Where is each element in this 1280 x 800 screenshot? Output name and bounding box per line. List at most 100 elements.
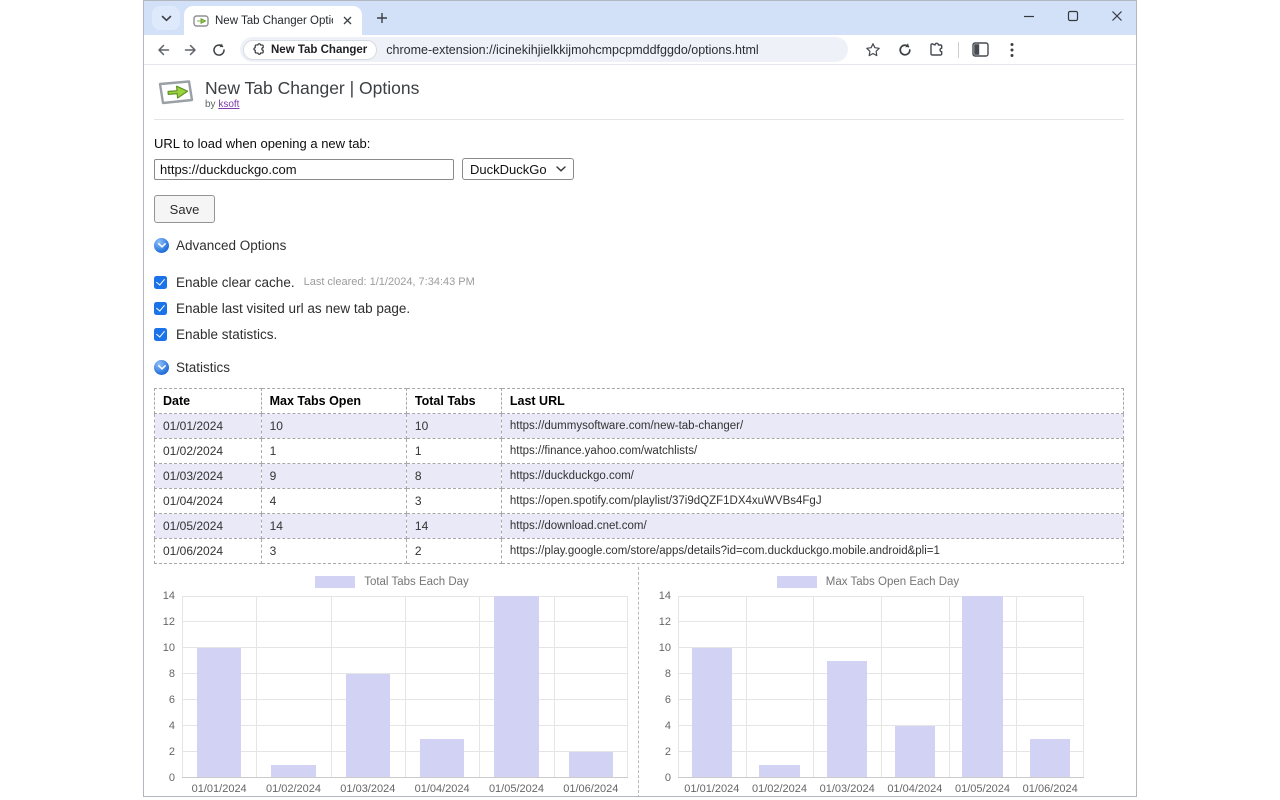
page-title: New Tab Changer | Options <box>205 78 420 98</box>
table-cell: 01/01/2024 <box>154 413 262 439</box>
address-bar[interactable]: New Tab Changer chrome-extension://icine… <box>240 37 848 62</box>
x-axis-labels: 01/01/2024 01/02/2024 01/03/2024 01/04/2024… <box>678 783 1084 796</box>
bar <box>419 739 465 777</box>
gridline <box>1016 596 1018 778</box>
tab-close-icon[interactable] <box>339 13 355 29</box>
last-url-cell: https://download.cnet.com/ <box>500 513 1125 539</box>
legend-swatch <box>315 576 356 588</box>
statistics-toggle[interactable]: Statistics <box>154 360 1124 375</box>
back-icon[interactable] <box>152 39 174 61</box>
table-cell: 4 <box>260 488 407 514</box>
tab-strip: New Tab Changer Options <box>144 1 1136 35</box>
x-axis-labels: 01/01/2024 01/02/2024 01/03/2024 01/04/2024… <box>182 783 628 796</box>
y-tick-label: 10 <box>658 642 671 654</box>
collapse-chevron-icon <box>154 238 169 253</box>
x-axis-line <box>182 777 628 778</box>
table-cell: 10 <box>260 413 407 439</box>
x-tick-label: 01/01/2024 <box>191 783 247 795</box>
legend-label: Max Tabs Open Each Day <box>825 576 960 588</box>
checkbox-list: Enable clear cache. Last cleared: 1/1/202… <box>154 274 1124 342</box>
y-tick-label: 4 <box>664 720 671 732</box>
advanced-options-toggle[interactable]: Advanced Options <box>154 238 1124 253</box>
gridline <box>627 596 628 778</box>
reload-icon[interactable] <box>208 39 230 61</box>
bar <box>826 661 868 777</box>
charts-section: Total Tabs Each Day 0 2 4 6 8 10 12 14 01/01/20… <box>154 567 1124 796</box>
menu-kebab-icon[interactable] <box>1001 39 1023 61</box>
table-cell: 2 <box>405 538 502 564</box>
window-controls <box>1022 1 1124 31</box>
tab-search-button[interactable] <box>152 6 180 30</box>
bar <box>568 752 614 777</box>
y-tick-label: 0 <box>664 772 671 784</box>
page-url: chrome-extension://icinekihjielkkijmohcm… <box>386 42 759 57</box>
y-tick-label: 6 <box>168 694 175 706</box>
preset-select[interactable]: DuckDuckGo <box>462 158 574 180</box>
plot-area <box>182 596 628 778</box>
extension-favicon <box>193 14 209 27</box>
maximize-icon[interactable] <box>1066 9 1080 23</box>
toolbar-actions <box>862 39 1023 61</box>
bar <box>271 765 316 777</box>
refresh-extension-icon[interactable] <box>894 39 916 61</box>
max-tabs-chart: Max Tabs Open Each Day 0 2 4 6 8 10 12 14 01/01… <box>639 567 1124 796</box>
table-row: 01/01/2024 10 10 https://dummysoftware.com/… <box>154 413 1125 439</box>
gridline <box>1083 596 1084 778</box>
browser-tab[interactable]: New Tab Changer Options <box>184 6 362 35</box>
y-tick-label: 2 <box>168 746 175 758</box>
new-tab-url-input[interactable] <box>154 158 454 180</box>
checkbox[interactable] <box>154 275 167 289</box>
table-row: 01/03/2024 9 8 https://duckduckgo.com/ <box>154 463 1125 489</box>
y-tick-label: 0 <box>168 772 175 784</box>
checkbox[interactable] <box>154 301 167 315</box>
bar <box>691 648 733 777</box>
checkbox-label[interactable]: Enable clear cache. <box>176 275 295 290</box>
forward-icon[interactable] <box>180 39 202 61</box>
table-row: 01/06/2024 3 2 https://play.google.com/stor… <box>154 538 1125 564</box>
collapse-chevron-icon <box>154 360 169 375</box>
table-cell: 8 <box>405 463 502 489</box>
checkbox-label[interactable]: Enable last visited url as new tab page. <box>176 301 410 316</box>
x-tick-label: 01/05/2024 <box>954 783 1011 795</box>
checkbox[interactable] <box>154 327 167 341</box>
table-cell: 9 <box>260 463 407 489</box>
statistics-table: Date Max Tabs Open Total Tabs Last URL 01/0… <box>154 388 1125 564</box>
extensions-icon[interactable] <box>926 39 948 61</box>
y-tick-label: 8 <box>664 668 671 680</box>
column-header: Last URL <box>500 388 1125 414</box>
table-cell: 01/02/2024 <box>154 438 262 464</box>
x-tick-label: 01/01/2024 <box>684 783 740 795</box>
ksoft-link[interactable]: ksoft <box>218 99 239 110</box>
checkbox-label[interactable]: Enable statistics. <box>176 327 277 342</box>
checkbox-row: Enable last visited url as new tab page. <box>154 300 1124 316</box>
column-header: Max Tabs Open <box>260 388 407 414</box>
side-panel-icon[interactable] <box>969 39 991 61</box>
new-tab-button[interactable] <box>370 6 394 30</box>
minimize-icon[interactable] <box>1022 9 1036 23</box>
y-tick-label: 4 <box>168 720 175 732</box>
gridline <box>948 596 950 778</box>
x-tick-label: 01/06/2024 <box>563 783 619 795</box>
table-cell: 10 <box>405 413 502 439</box>
y-tick-label: 2 <box>664 746 671 758</box>
table-cell: 01/06/2024 <box>154 538 262 564</box>
x-tick-label: 01/06/2024 <box>1022 783 1078 795</box>
options-page: New Tab Changer | Options by ksoft URL t… <box>144 65 1136 796</box>
bar <box>1029 739 1071 777</box>
gridline <box>881 596 882 778</box>
url-row: DuckDuckGo <box>154 158 1124 180</box>
legend-swatch <box>776 576 817 588</box>
y-tick-label: 14 <box>658 590 671 602</box>
x-axis-line <box>678 777 1084 778</box>
extension-chip[interactable]: New Tab Changer <box>243 39 378 60</box>
close-icon[interactable] <box>1110 9 1124 23</box>
last-url-cell: https://duckduckgo.com/ <box>500 463 1125 489</box>
y-tick-label: 12 <box>162 616 175 628</box>
toolbar-separator <box>958 41 959 58</box>
x-tick-label: 01/04/2024 <box>887 783 943 795</box>
bookmark-star-icon[interactable] <box>862 39 884 61</box>
last-url-cell: https://dummysoftware.com/new-tab-change… <box>500 413 1125 439</box>
save-button[interactable]: Save <box>154 195 215 223</box>
table-cell: 01/04/2024 <box>154 488 262 514</box>
chart-legend: Total Tabs Each Day <box>156 574 628 590</box>
